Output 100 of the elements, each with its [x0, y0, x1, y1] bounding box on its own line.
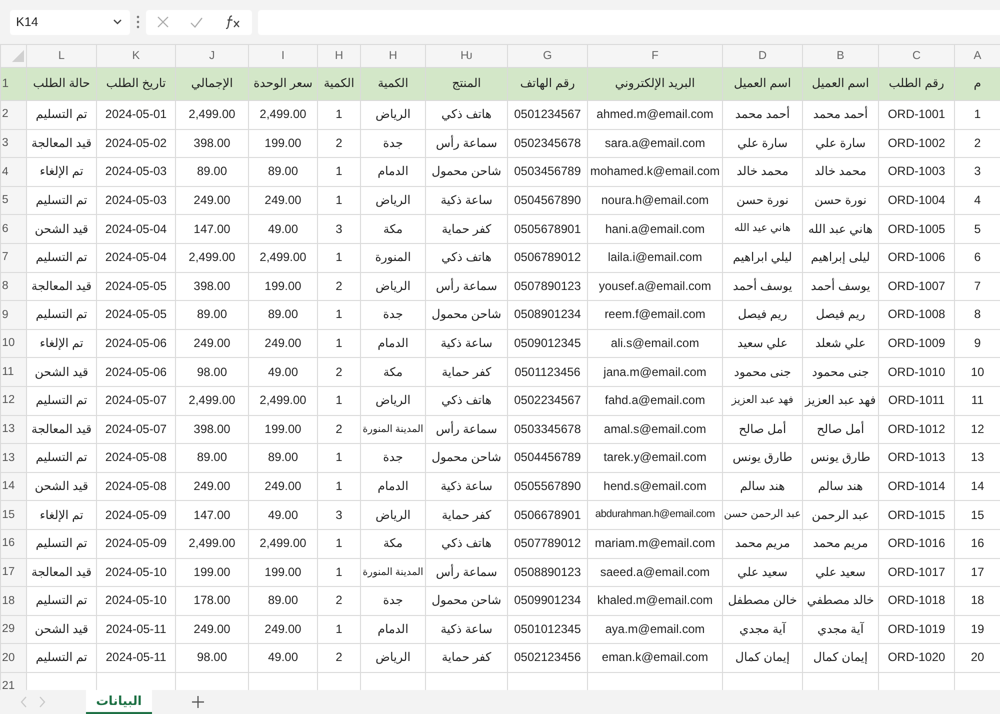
column-letter[interactable]: D [722, 44, 802, 68]
table-cell: 249.00 [248, 186, 318, 215]
table-cell: 3 [318, 500, 360, 530]
column-header: اسم العميل [722, 68, 802, 100]
row-number[interactable]: 16 [0, 529, 26, 558]
column-letter[interactable]: A [954, 44, 1000, 68]
table-cell: مريم محمد [722, 529, 802, 558]
table-cell: 2024-05-05 [96, 272, 176, 301]
row-number[interactable]: 21 [0, 672, 26, 690]
table-cell: hend.s@email.com [588, 472, 722, 501]
table-cell: 0504456789 [508, 444, 588, 472]
table-cell: تم التسليم [26, 529, 96, 558]
row-number[interactable]: 13 [0, 415, 26, 444]
row-number[interactable]: 12 [0, 386, 26, 416]
row-number[interactable]: 9 [0, 300, 26, 330]
add-sheet-icon[interactable] [192, 696, 204, 708]
table-cell: 2024-05-06 [96, 358, 176, 386]
table-cell: هاني عبد الله [802, 214, 878, 244]
column-letter[interactable]: H [318, 44, 360, 68]
row-number[interactable]: 17 [0, 558, 26, 587]
row-number[interactable]: 15 [0, 500, 26, 530]
table-cell: 89.00 [248, 586, 318, 616]
table-cell: 2,499.00 [248, 243, 318, 272]
column-header: الإجمالي [176, 68, 248, 100]
column-letter[interactable]: F [588, 44, 722, 68]
table-cell: أحمد محمد [802, 100, 878, 130]
select-all-icon[interactable] [12, 50, 24, 62]
table-cell: amal.s@email.com [588, 415, 722, 444]
table-cell: سارة علي [722, 129, 802, 158]
table-cell: 0502123456 [508, 644, 588, 672]
column-letter[interactable]: H [360, 44, 426, 68]
row-number[interactable]: 5 [0, 186, 26, 215]
table-cell: noura.h@email.com [588, 186, 722, 215]
table-cell: 178.00 [176, 586, 248, 616]
sheet-tab[interactable]: البيانات [86, 690, 152, 714]
table-cell: مريم محمد [802, 529, 878, 558]
row-number[interactable]: 13 [0, 444, 26, 472]
row-number[interactable]: 7 [0, 243, 26, 272]
function-icon[interactable] [225, 15, 242, 29]
table-cell: سارة علي [802, 129, 878, 158]
table-cell: 1 [318, 615, 360, 644]
row-number[interactable]: 10 [0, 329, 26, 358]
table-cell: ORD-1011 [878, 386, 954, 416]
column-letter[interactable]: L [26, 44, 96, 68]
row-number[interactable]: 3 [0, 129, 26, 158]
table-cell: 1 [318, 243, 360, 272]
column-letter[interactable]: I [248, 44, 318, 68]
table-cell: تم التسليم [26, 300, 96, 330]
table-cell: شاحن محمول [426, 300, 508, 330]
table-cell: 199.00 [248, 272, 318, 301]
name-box[interactable]: K14 [10, 10, 130, 34]
row-number[interactable]: 8 [0, 272, 26, 301]
table-cell: تم التسليم [26, 243, 96, 272]
table-cell: أمل صالح [802, 415, 878, 444]
row-number[interactable]: 14 [0, 472, 26, 501]
row-number[interactable]: 6 [0, 214, 26, 244]
row-number[interactable]: 20 [0, 644, 26, 672]
row-number[interactable]: 4 [0, 158, 26, 186]
table-cell: 0506789012 [508, 243, 588, 272]
column-letter[interactable]: J [176, 44, 248, 68]
column-letter[interactable]: C [878, 44, 954, 68]
table-cell: طارق يونس [722, 444, 802, 472]
table-cell: ساعة ذكية [426, 186, 508, 215]
row-number[interactable]: 18 [0, 586, 26, 616]
table-cell: 3 [318, 214, 360, 244]
table-cell: 2,499.00 [176, 243, 248, 272]
table-cell: 1 [318, 558, 360, 587]
table-cell: 147.00 [176, 214, 248, 244]
more-icon[interactable] [136, 15, 140, 29]
table-cell: ali.s@email.com [588, 329, 722, 358]
table-cell: aya.m@email.com [588, 615, 722, 644]
next-sheet-button[interactable] [38, 696, 46, 708]
row-number[interactable]: 29 [0, 615, 26, 644]
table-cell: المدينة المنورة [360, 415, 426, 444]
caret-icon [113, 19, 122, 25]
column-letter[interactable]: B [802, 44, 878, 68]
row-number[interactable]: 1 [0, 68, 26, 100]
table-cell: ORD-1002 [878, 129, 954, 158]
column-header: تاريخ الطلب [96, 68, 176, 100]
table-cell: 249.00 [248, 472, 318, 501]
previous-sheet-button[interactable] [20, 696, 28, 708]
table-cell: جدة [360, 586, 426, 616]
row-number[interactable]: 2 [0, 100, 26, 130]
table-cell: 2024-05-07 [96, 386, 176, 416]
table-cell: قيد الشحن [26, 358, 96, 386]
column-letter[interactable]: Ƕ [426, 44, 508, 68]
column-letter[interactable]: G [508, 44, 588, 68]
table-cell: مكة [360, 529, 426, 558]
column-letter[interactable]: K [96, 44, 176, 68]
table-cell: قيد المعالجة [26, 272, 96, 301]
check-icon[interactable] [190, 16, 204, 28]
table-cell: ORD-1004 [878, 186, 954, 215]
table-cell: الدمام [360, 329, 426, 358]
table-cell: 89.00 [248, 300, 318, 330]
row-number[interactable]: 11 [0, 358, 26, 386]
table-cell: ahmed.m@email.com [588, 100, 722, 130]
cancel-icon[interactable] [156, 16, 169, 28]
table-cell: 2,499.00 [176, 529, 248, 558]
table-cell: jana.m@email.com [588, 358, 722, 386]
table-cell: 1 [318, 529, 360, 558]
